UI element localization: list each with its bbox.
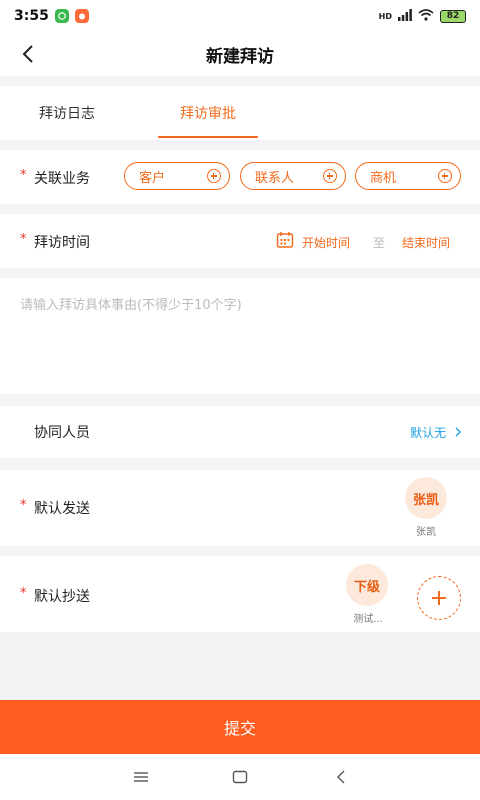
- opportunity-chip[interactable]: 商机: [355, 162, 461, 190]
- tab-visit-log[interactable]: 拜访日志: [22, 86, 112, 140]
- customer-chip[interactable]: 客户: [124, 162, 230, 190]
- required-marker: *: [20, 498, 27, 513]
- add-circle-icon: [323, 169, 337, 183]
- avatar-caption: 张凯: [416, 527, 436, 538]
- signal-icon: [398, 8, 412, 24]
- end-time-field[interactable]: 结束时间: [402, 234, 450, 251]
- contact-chip[interactable]: 联系人: [240, 162, 346, 190]
- add-circle-icon: [207, 169, 221, 183]
- submit-button[interactable]: 提交: [0, 700, 480, 754]
- reason-area: [0, 278, 480, 394]
- collaborators-value-text: 默认无: [410, 426, 447, 440]
- wifi-icon: [418, 8, 434, 24]
- time-separator: 至: [373, 236, 386, 250]
- chip-label: 联系人: [255, 170, 295, 186]
- active-tab-indicator: [158, 136, 258, 138]
- plus-icon: [432, 591, 446, 605]
- menu-icon: [134, 772, 148, 782]
- app-notification-icon: [54, 9, 69, 23]
- default-cc-row: * 默认抄送: [0, 556, 480, 632]
- avatar[interactable]: 张凯: [405, 477, 447, 519]
- tab-visit-approval[interactable]: 拜访审批: [160, 86, 256, 140]
- visit-time-label: 拜访时间: [34, 235, 90, 251]
- chevron-left-icon: [337, 770, 345, 784]
- add-cc-button[interactable]: [417, 576, 461, 620]
- navigation-bar: 新建拜访: [0, 32, 480, 76]
- reason-input[interactable]: [0, 278, 480, 394]
- back-button[interactable]: [14, 40, 42, 68]
- default-cc-label: 默认抄送: [34, 589, 90, 605]
- collaborators-value: 默认无: [410, 424, 462, 441]
- menu-button[interactable]: [130, 766, 152, 788]
- status-time: 3:55: [14, 8, 49, 24]
- battery-icon: 82: [440, 9, 466, 23]
- collaborators-row[interactable]: 协同人员 默认无: [0, 406, 480, 458]
- status-icons: HD 82: [378, 8, 466, 24]
- home-button[interactable]: [229, 766, 251, 788]
- avatar[interactable]: 下级: [346, 564, 388, 606]
- home-square-icon: [232, 770, 248, 784]
- tab-bar: 拜访日志 拜访审批: [0, 86, 480, 140]
- collaborators-label: 协同人员: [34, 425, 90, 441]
- hd-indicator: HD: [378, 11, 392, 21]
- status-bar: 3:55 HD 82: [0, 0, 480, 32]
- related-business-label: 关联业务: [34, 171, 90, 187]
- app-notification-icon: [74, 9, 89, 23]
- chevron-right-icon: [455, 427, 461, 437]
- required-marker: *: [20, 232, 27, 247]
- calendar-icon[interactable]: [276, 231, 294, 253]
- add-circle-icon: [438, 169, 452, 183]
- start-time-field[interactable]: 开始时间: [302, 234, 350, 251]
- default-send-label: 默认发送: [34, 501, 90, 517]
- chip-label: 商机: [370, 170, 397, 186]
- system-navigation-bar: [0, 754, 480, 800]
- page-title: 新建拜访: [206, 46, 274, 67]
- required-marker: *: [20, 168, 27, 183]
- required-marker: *: [20, 586, 27, 601]
- avatar-caption: 测试...: [353, 614, 383, 625]
- chevron-left-icon: [22, 45, 33, 63]
- system-back-button[interactable]: [330, 766, 352, 788]
- chip-label: 客户: [139, 170, 166, 186]
